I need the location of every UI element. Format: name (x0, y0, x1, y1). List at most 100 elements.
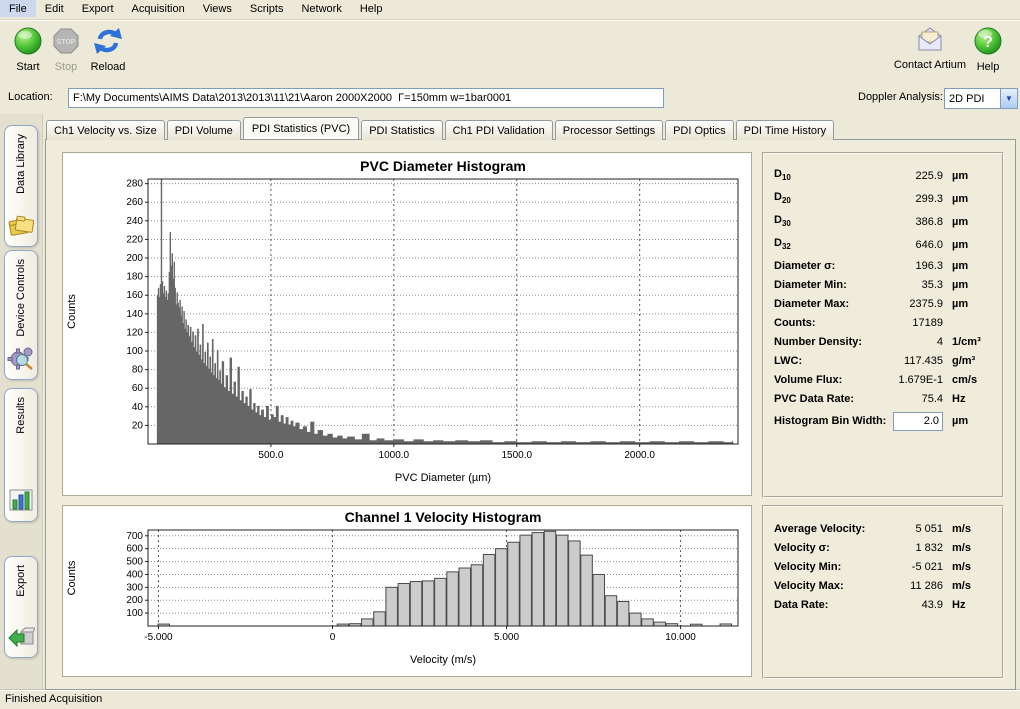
diameter-stat-d20: D20299.3µm (774, 187, 992, 210)
data-library-label: Data Library (15, 134, 27, 194)
application-window: FileEditExportAcquisitionViewsScriptsNet… (0, 0, 1020, 708)
tab-pdi-optics[interactable]: PDI Optics (665, 120, 734, 140)
svg-text:PVC Diameter Histogram: PVC Diameter Histogram (360, 158, 526, 174)
menu-item-acquisition[interactable]: Acquisition (123, 0, 194, 17)
diameter-stat-d30: D30386.8µm (774, 210, 992, 233)
stat-label: Counts: (774, 317, 816, 329)
stat-unit: g/m³ (952, 355, 992, 367)
reload-icon (93, 26, 123, 59)
diameter-stat-lwc: LWC:117.435g/m³ (774, 351, 992, 370)
svg-text:Velocity (m/s): Velocity (m/s) (410, 654, 476, 666)
chevron-down-icon[interactable]: ▼ (1000, 89, 1017, 108)
gears-icon (7, 344, 35, 373)
svg-text:2000.0: 2000.0 (624, 450, 655, 461)
sidebar-item-export[interactable]: Export (4, 556, 38, 658)
svg-text:600: 600 (126, 544, 143, 555)
svg-text:240: 240 (126, 216, 143, 227)
tab-pdi-statistics[interactable]: PDI Statistics (361, 120, 442, 140)
svg-text:10.000: 10.000 (665, 632, 696, 643)
stat-value: 5 051 (879, 523, 943, 535)
svg-text:Counts: Counts (66, 294, 78, 329)
stop-button[interactable]: STOP Stop (48, 26, 84, 73)
stat-value: 299.3 (879, 193, 943, 205)
svg-text:5.000: 5.000 (494, 632, 519, 643)
menu-item-file[interactable]: File (0, 0, 36, 17)
stat-unit: 1/cm³ (952, 336, 992, 348)
stat-label: LWC: (774, 355, 802, 367)
stat-unit: µm (952, 193, 992, 205)
tab-processor-settings[interactable]: Processor Settings (555, 120, 663, 140)
stat-label: D30 (774, 214, 791, 228)
menu-item-scripts[interactable]: Scripts (241, 0, 293, 17)
tab-pdi-statistics-pvc[interactable]: PDI Statistics (PVC) (243, 117, 359, 139)
tab-ch1-velocity-vs-size[interactable]: Ch1 Velocity vs. Size (46, 120, 165, 140)
svg-text:260: 260 (126, 197, 143, 208)
stat-unit: Hz (952, 599, 992, 611)
status-text: Finished Acquisition (5, 693, 102, 705)
diameter-stat-volume-flux: Volume Flux:1.679E-1cm/s (774, 370, 992, 389)
menu-item-views[interactable]: Views (194, 0, 241, 17)
svg-text:PVC Diameter (µm): PVC Diameter (µm) (395, 472, 491, 484)
sidebar-item-data-library[interactable]: Data Library (4, 125, 38, 247)
stat-unit: m/s (952, 561, 992, 573)
stat-label: Velocity σ: (774, 542, 830, 554)
sidebar: Data Library Device Controls (0, 114, 43, 689)
diameter-stat-number-density: Number Density:41/cm³ (774, 332, 992, 351)
velocity-stat-data-rate: Data Rate:43.9Hz (774, 595, 992, 614)
stat-unit: Hz (952, 393, 992, 405)
svg-text:200: 200 (126, 253, 143, 264)
mail-icon (914, 26, 946, 57)
results-chart-icon (8, 488, 34, 515)
start-label: Start (16, 61, 39, 73)
location-row: Location: Doppler Analysis: 2D PDI ▼ (0, 86, 1020, 112)
sidebar-item-device-controls[interactable]: Device Controls (4, 250, 38, 380)
svg-text:220: 220 (126, 234, 143, 245)
diameter-stat-diameter: Diameter σ:196.3µm (774, 256, 992, 275)
velocity-statistics-panel: Average Velocity:5 051m/sVelocity σ:1 83… (762, 505, 1004, 679)
stat-unit: µm (952, 415, 992, 427)
reload-button[interactable]: Reload (86, 26, 130, 73)
stat-label: Diameter Max: (774, 298, 849, 310)
status-bar: Finished Acquisition (0, 689, 1020, 709)
stat-unit: m/s (952, 580, 992, 592)
menu-item-edit[interactable]: Edit (36, 0, 73, 17)
stat-unit: µm (952, 239, 992, 251)
svg-text:400: 400 (126, 569, 143, 580)
svg-text:140: 140 (126, 309, 143, 320)
tab-ch1-pdi-validation[interactable]: Ch1 PDI Validation (445, 120, 553, 140)
menu-item-help[interactable]: Help (351, 0, 392, 17)
stat-value: 17189 (879, 317, 943, 329)
stat-label: Diameter σ: (774, 260, 835, 272)
tab-pdi-volume[interactable]: PDI Volume (167, 120, 241, 140)
svg-text:Counts: Counts (66, 560, 78, 595)
svg-text:1500.0: 1500.0 (501, 450, 532, 461)
doppler-analysis-select[interactable]: 2D PDI ▼ (944, 88, 1018, 109)
export-label: Export (15, 565, 27, 597)
stat-value: 43.9 (879, 599, 943, 611)
diameter-stat-d10: D10225.9µm (774, 164, 992, 187)
stat-label: Volume Flux: (774, 374, 842, 386)
stat-value: 646.0 (879, 239, 943, 251)
stat-label: Histogram Bin Width: (774, 415, 886, 427)
velocity-stat-velocity-min: Velocity Min:-5 021m/s (774, 557, 992, 576)
menu-item-network[interactable]: Network (292, 0, 350, 17)
help-icon: ? (973, 26, 1003, 59)
sidebar-item-results[interactable]: Results (4, 388, 38, 522)
stat-label: D10 (774, 168, 791, 182)
svg-text:200: 200 (126, 595, 143, 606)
stat-unit: µm (952, 216, 992, 228)
svg-text:Channel 1 Velocity Histogram: Channel 1 Velocity Histogram (345, 509, 542, 525)
stat-unit: µm (952, 170, 992, 182)
stat-value: 35.3 (879, 279, 943, 291)
svg-text:280: 280 (126, 179, 143, 190)
histogram-bin-width-input[interactable] (893, 412, 943, 431)
location-input[interactable] (68, 88, 664, 108)
tab-pdi-time-history[interactable]: PDI Time History (736, 120, 835, 140)
stat-value: 196.3 (879, 260, 943, 272)
help-button[interactable]: ? Help (968, 26, 1008, 73)
svg-text:120: 120 (126, 327, 143, 338)
svg-text:100: 100 (126, 608, 143, 619)
start-button[interactable]: Start (8, 26, 48, 73)
contact-artium-button[interactable]: Contact Artium (890, 26, 970, 71)
menu-item-export[interactable]: Export (73, 0, 123, 17)
